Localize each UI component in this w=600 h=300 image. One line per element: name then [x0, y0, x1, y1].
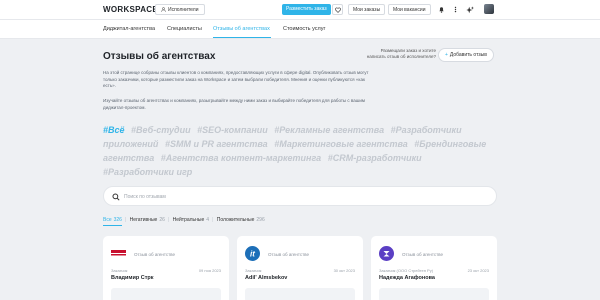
filter-positive[interactable]: Положительные 296 — [217, 217, 265, 225]
heart-icon — [334, 7, 341, 13]
tag-content-marketing[interactable]: #Агентства контент-маркетинга — [161, 153, 321, 163]
filter-label: Негативные — [129, 217, 158, 223]
review-filters: Все 326 | Негативные 26 | Нейтральные 4 | Поло… — [103, 217, 271, 226]
review-date: 23 окт 2023 — [467, 268, 489, 273]
post-order-button[interactable]: Разместить заказ — [282, 4, 331, 15]
svg-text:it: it — [250, 250, 255, 259]
dots-icon — [454, 6, 457, 13]
sparkle-button[interactable] — [465, 5, 474, 14]
review-date: 30 окт 2023 — [333, 268, 355, 273]
user-icon — [161, 7, 166, 12]
favorites-button[interactable] — [332, 4, 343, 15]
customer-label: Заказчик — [111, 268, 128, 273]
review-card[interactable]: Отзыв об агентстве Заказчик 09 ноя 2023 В… — [103, 236, 229, 300]
section-nav: Диджитал-агентства Специалисты Отзывы об… — [0, 20, 600, 39]
filter-count: 26 — [159, 217, 165, 223]
agency-logo-icon: it — [245, 246, 260, 261]
card-label: Отзыв об агентстве — [268, 252, 310, 257]
category-tags: #Всё #Веб-студии #SEO-компании #Рекламны… — [103, 123, 498, 179]
tag-crm[interactable]: #CRM-разработчики — [328, 153, 422, 163]
filter-separator: | — [124, 217, 127, 223]
nav-item-prices[interactable]: Стоимость услуг — [283, 26, 325, 32]
tag-marketing[interactable]: #Маркетинговые агентства — [274, 139, 408, 149]
reviewer-name: Adil' Almsbekov — [245, 275, 288, 281]
tag-all[interactable]: #Всё — [103, 125, 125, 135]
customer-label: Заказчик — [245, 268, 262, 273]
filter-negative[interactable]: Негативные 26 — [130, 217, 165, 225]
sparkle-icon — [465, 5, 474, 13]
agency-logo-icon — [379, 246, 394, 261]
messages-button[interactable] — [437, 5, 446, 14]
filter-label: Все — [103, 217, 112, 223]
nav-active-indicator — [213, 37, 271, 38]
filter-separator: | — [212, 217, 214, 223]
add-review-label: Добавить отзыв — [449, 52, 487, 58]
reviewer-name: Надежда Агафонова — [379, 275, 435, 281]
menu-button[interactable] — [451, 5, 460, 14]
tag-game-developers[interactable]: #Разработчики игр — [103, 167, 192, 177]
tag-smm-pr[interactable]: #SMM и PR агентства — [165, 139, 268, 149]
plus-icon: + — [445, 52, 448, 58]
card-label: Отзыв об агентстве — [402, 252, 444, 257]
review-card[interactable]: it Отзыв об агентстве Заказчик 30 окт 202… — [237, 236, 363, 300]
my-vacancies-button[interactable]: Мои вакансии — [388, 4, 431, 15]
review-preview — [379, 288, 489, 300]
card-meta: Заказчик (ООО Стрейтен Ру) 23 окт 2023 — [379, 268, 489, 273]
agency-logo: it — [245, 246, 260, 261]
review-card[interactable]: Отзыв об агентстве Заказчик (ООО Стрейте… — [371, 236, 497, 300]
search-input[interactable] — [124, 191, 484, 203]
my-orders-button[interactable]: Мои заказы — [348, 4, 386, 15]
agency-logo — [379, 246, 394, 261]
nav-item-reviews[interactable]: Отзывы об агентствах — [213, 26, 270, 32]
cta-note: Размещали заказ и хотите написать отзыв … — [366, 48, 436, 59]
card-meta: Заказчик 09 ноя 2023 — [111, 268, 221, 273]
search-icon — [112, 193, 120, 201]
logo[interactable]: WORKSPACE — [103, 5, 158, 14]
agency-logo — [111, 246, 126, 261]
filter-all[interactable]: Все 326 — [103, 217, 122, 226]
top-bar: WORKSPACE Исполнители Разместить заказ М… — [0, 0, 600, 20]
filter-separator: | — [167, 217, 170, 223]
reviewer-name: Владимир Стрк — [111, 275, 154, 281]
avatar[interactable] — [484, 4, 494, 14]
customer-label: Заказчик (ООО Стрейтен Ру) — [379, 268, 434, 273]
agency-logo-icon — [111, 250, 126, 256]
role-label: Исполнители — [168, 7, 199, 13]
role-switcher[interactable]: Исполнители — [155, 4, 205, 15]
card-label: Отзыв об агентстве — [134, 252, 176, 257]
filter-label: Положительные — [216, 217, 255, 223]
filter-neutral[interactable]: Нейтральные 4 — [173, 217, 209, 225]
review-date: 09 ноя 2023 — [198, 268, 221, 273]
tag-advertising[interactable]: #Рекламные агентства — [274, 125, 384, 135]
filter-count: 296 — [256, 217, 265, 223]
page-title: Отзывы об агентствах — [103, 51, 216, 62]
review-preview — [111, 288, 221, 300]
search-box — [103, 186, 497, 206]
intro-text: На этой странице собраны отзывы клиентов… — [103, 70, 369, 88]
nav-item-specialists[interactable]: Специалисты — [167, 26, 202, 32]
filter-count: 4 — [206, 217, 210, 223]
nav-item-agencies[interactable]: Диджитал-агентства — [103, 26, 155, 32]
review-preview — [245, 288, 355, 300]
card-meta: Заказчик 30 окт 2023 — [245, 268, 355, 273]
tag-web-studios[interactable]: #Веб-студии — [131, 125, 191, 135]
filter-count: 326 — [113, 217, 122, 223]
bell-icon — [439, 7, 444, 13]
tag-seo[interactable]: #SEO-компании — [197, 125, 268, 135]
intro-text-2: Изучайте отзывы об агентствах и компания… — [103, 98, 365, 110]
filter-label: Нейтральные — [172, 217, 205, 223]
add-review-button[interactable]: + Добавить отзыв — [438, 48, 494, 62]
